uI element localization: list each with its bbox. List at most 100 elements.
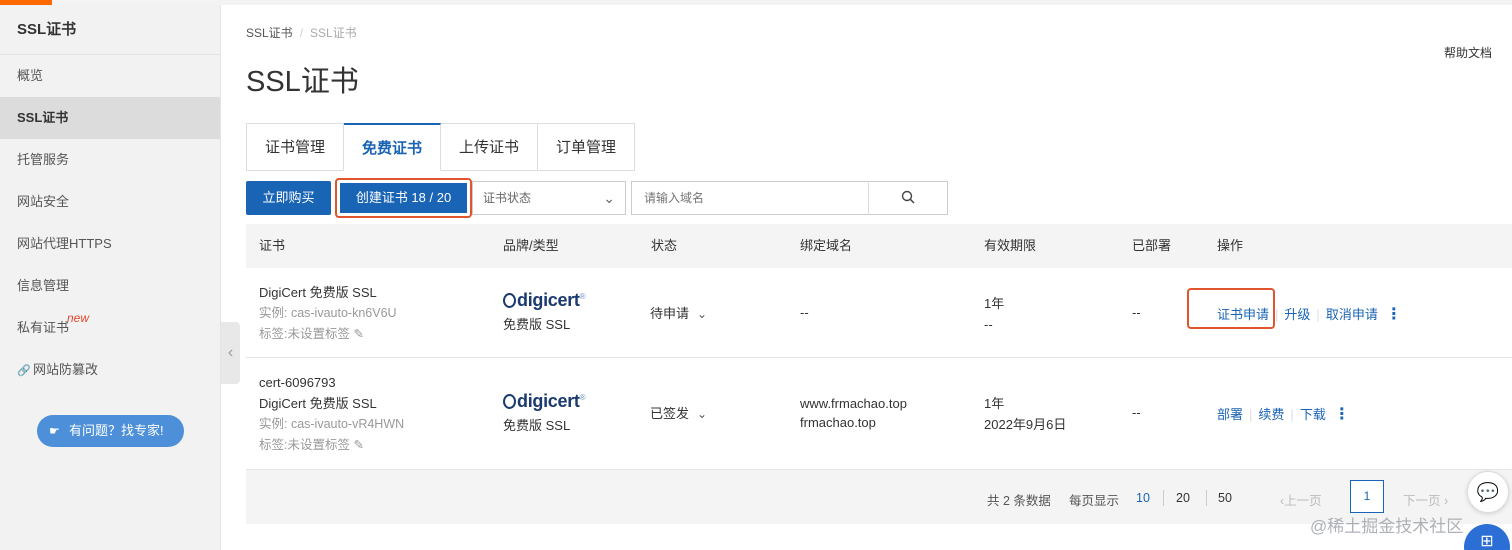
cert-status-label: 证书状态 [483, 191, 532, 205]
brand-type: 免费版 SSL [503, 418, 571, 433]
watermark: @稀土掘金技术社区 [1310, 517, 1464, 536]
create-cert-highlight: 创建证书 18 / 20 [335, 178, 472, 218]
cert-tag-label: 标签:未设置标签 [259, 438, 350, 452]
ask-expert-label: 有问题？找专家! [69, 423, 164, 438]
renew-link[interactable]: 续费 [1258, 407, 1284, 422]
status-dropdown[interactable]: 待申请 ⌄ [650, 303, 707, 322]
bound-domain: www.frmachao.top [800, 396, 907, 411]
status-dropdown[interactable]: 已签发 ⌄ [650, 403, 707, 422]
upgrade-link[interactable]: 升级 [1284, 307, 1310, 322]
total-count: 共 2 条数据 [987, 494, 1051, 508]
sidebar-item-info-management[interactable]: 信息管理 [0, 265, 220, 307]
sidebar-item-private-cert[interactable]: 私有证书 new [0, 307, 220, 349]
prev-page-button[interactable]: ‹上一页 [1280, 490, 1322, 509]
sidebar-title: SSL证书 [0, 5, 220, 55]
search-button[interactable] [868, 181, 948, 215]
current-page[interactable]: 1 [1350, 480, 1384, 513]
chevron-down-icon: ⌄ [603, 190, 615, 206]
sidebar-collapse-button[interactable]: ‹ [221, 322, 240, 384]
breadcrumb-current: SSL证书 [310, 26, 357, 40]
sidebar-item-label: 信息管理 [17, 278, 70, 293]
tab-order-management[interactable]: 订单管理 [538, 123, 636, 171]
cert-info: DigiCert 免费版 SSL 实例: cas-ivauto-kn6V6U 标… [259, 282, 397, 345]
next-page-button[interactable]: 下一页 › [1403, 490, 1448, 509]
per-page-label: 每页显示 [1069, 494, 1120, 508]
cert-status-select[interactable]: 证书状态 ⌄ [472, 181, 626, 215]
ask-expert-button[interactable]: ☛ 有问题？找专家! [37, 415, 184, 447]
search-icon [901, 190, 915, 204]
brand-cell: digicert® 免费版 SSL [503, 290, 586, 333]
sidebar-item-tamper-protection[interactable]: 🔗 网站防篡改 [0, 349, 220, 391]
top-bar [0, 0, 1512, 5]
sidebar-item-overview[interactable]: 概览 [0, 55, 220, 97]
more-vertical-icon[interactable]: ⋮ [1334, 406, 1350, 423]
chat-icon: 💬 [1476, 482, 1500, 502]
apps-button[interactable]: ⊞ [1464, 524, 1510, 550]
cancel-apply-link[interactable]: 取消申请 [1326, 307, 1378, 322]
sidebar-item-label: 托管服务 [17, 152, 70, 167]
sidebar-item-label: 概览 [17, 68, 44, 83]
brand-type: 免费版 SSL [503, 317, 571, 332]
validity-end: -- [984, 317, 993, 332]
sidebar-item-hosting[interactable]: 托管服务 [0, 139, 220, 181]
sidebar-item-https-proxy[interactable]: 网站代理HTTPS [0, 223, 220, 265]
validity-cell: 1年 2022年9月6日 [984, 393, 1066, 435]
cert-instance: 实例: cas-ivauto-kn6V6U [259, 306, 397, 320]
sidebar-item-label: 网站代理HTTPS [17, 236, 112, 251]
sidebar-item-ssl[interactable]: SSL证书 [0, 97, 220, 139]
edit-icon: ✎ [349, 438, 364, 452]
deployed-value: -- [1132, 405, 1141, 420]
cert-tag[interactable]: 标签:未设置标签 ✎ [259, 324, 397, 345]
bound-domain: frmachao.top [800, 415, 876, 430]
sidebar-item-label: 网站安全 [17, 194, 70, 209]
tab-cert-management[interactable]: 证书管理 [246, 123, 345, 171]
validity-cell: 1年 -- [984, 293, 1004, 335]
chevron-down-icon: ⌄ [697, 307, 708, 321]
edit-icon: ✎ [349, 327, 364, 341]
more-vertical-icon[interactable]: ⋮ [1386, 306, 1402, 323]
row-actions: 部署 | 续费 | 下载 ⋮ [1217, 406, 1350, 423]
sidebar-item-label: 私有证书 [17, 320, 70, 335]
help-doc-link[interactable]: 帮助文档 [1444, 44, 1492, 61]
page-title: SSL证书 [246, 66, 359, 98]
page-size-20[interactable]: 20 [1176, 491, 1190, 505]
buy-now-button[interactable]: 立即购买 [246, 181, 331, 215]
sidebar-item-label: SSL证书 [17, 110, 69, 125]
digicert-logo: digicert® [503, 391, 586, 412]
status-label: 已签发 [650, 406, 690, 421]
validity-end: 2022年9月6日 [984, 417, 1067, 432]
col-header-cert: 证书 [259, 238, 286, 253]
digicert-logo: digicert® [503, 290, 586, 311]
col-header-actions: 操作 [1217, 238, 1244, 253]
sidebar-item-site-security[interactable]: 网站安全 [0, 181, 220, 223]
download-link[interactable]: 下载 [1300, 407, 1326, 422]
tab-upload-cert[interactable]: 上传证书 [441, 123, 539, 171]
brand-cell: digicert® 免费版 SSL [503, 391, 586, 434]
breadcrumb-separator: / [299, 26, 304, 40]
table-header: 证书 品牌/类型 状态 绑定域名 有效期限 已部署 操作 [246, 224, 1512, 268]
bound-domains: www.frmachao.top frmachao.top [800, 394, 907, 432]
status-label: 待申请 [650, 306, 690, 321]
page-size-10[interactable]: 10 [1136, 491, 1150, 505]
cert-tag[interactable]: 标签:未设置标签 ✎ [259, 435, 404, 456]
col-header-brand: 品牌/类型 [503, 238, 559, 253]
chevron-left-icon: ‹ [227, 344, 234, 361]
row-actions: 证书申请 | 升级 | 取消申请 ⋮ [1217, 306, 1402, 323]
breadcrumb-item[interactable]: SSL证书 [246, 26, 293, 40]
chevron-down-icon: ⌄ [697, 407, 708, 421]
col-header-status: 状态 [651, 238, 678, 253]
validity-period: 1年 [984, 396, 1005, 411]
chevron-right-icon: › [1440, 494, 1449, 508]
tab-free-cert[interactable]: 免费证书 [344, 123, 442, 171]
apply-cert-link[interactable]: 证书申请 [1217, 307, 1269, 322]
deploy-link[interactable]: 部署 [1217, 407, 1243, 422]
chat-button[interactable]: 💬 [1467, 471, 1509, 513]
create-cert-button[interactable]: 创建证书 18 / 20 [340, 183, 467, 213]
col-header-validity: 有效期限 [984, 238, 1037, 253]
col-header-domain: 绑定域名 [800, 238, 853, 253]
page-size-50[interactable]: 50 [1218, 491, 1232, 505]
new-badge: new [67, 311, 90, 325]
sidebar-item-label: 网站防篡改 [33, 362, 99, 377]
cert-type: DigiCert 免费版 SSL [259, 396, 377, 411]
domain-search-input[interactable] [631, 181, 869, 215]
